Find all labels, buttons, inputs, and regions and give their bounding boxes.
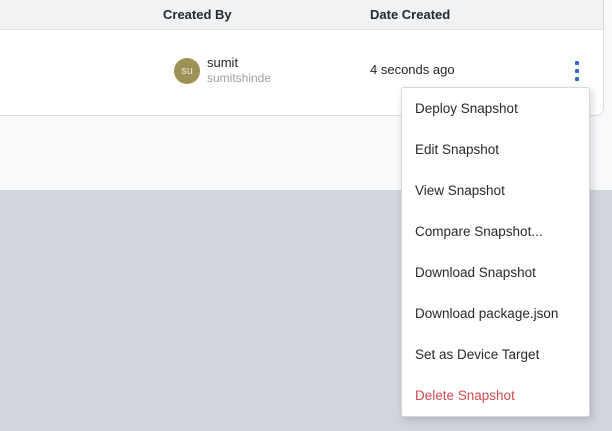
date-created-value: 4 seconds ago [370,62,455,77]
menu-item-delete-snapshot[interactable]: Delete Snapshot [402,375,589,416]
menu-item-download-snapshot[interactable]: Download Snapshot [402,252,589,293]
menu-item-deploy-snapshot[interactable]: Deploy Snapshot [402,88,589,129]
row-actions-dropdown-menu: Deploy Snapshot Edit Snapshot View Snaps… [401,87,590,417]
menu-item-edit-snapshot[interactable]: Edit Snapshot [402,129,589,170]
column-header-date-created: Date Created [370,7,451,22]
kebab-menu-icon [575,77,579,81]
menu-item-compare-snapshot[interactable]: Compare Snapshot... [402,211,589,252]
user-username: sumitshinde [207,71,272,85]
kebab-menu-icon [575,69,579,73]
column-header-created-by: Created By [163,7,232,22]
menu-item-view-snapshot[interactable]: View Snapshot [402,170,589,211]
snapshots-page: Created By Date Created su sumit sumitsh… [0,0,612,431]
user-name: sumit [207,55,239,70]
table-header-row: Created By Date Created [0,0,603,30]
kebab-menu-icon [575,61,579,65]
row-actions-kebab-button[interactable] [565,57,589,85]
menu-item-set-as-device-target[interactable]: Set as Device Target [402,334,589,375]
avatar: su [174,58,200,84]
menu-item-download-package-json[interactable]: Download package.json [402,293,589,334]
